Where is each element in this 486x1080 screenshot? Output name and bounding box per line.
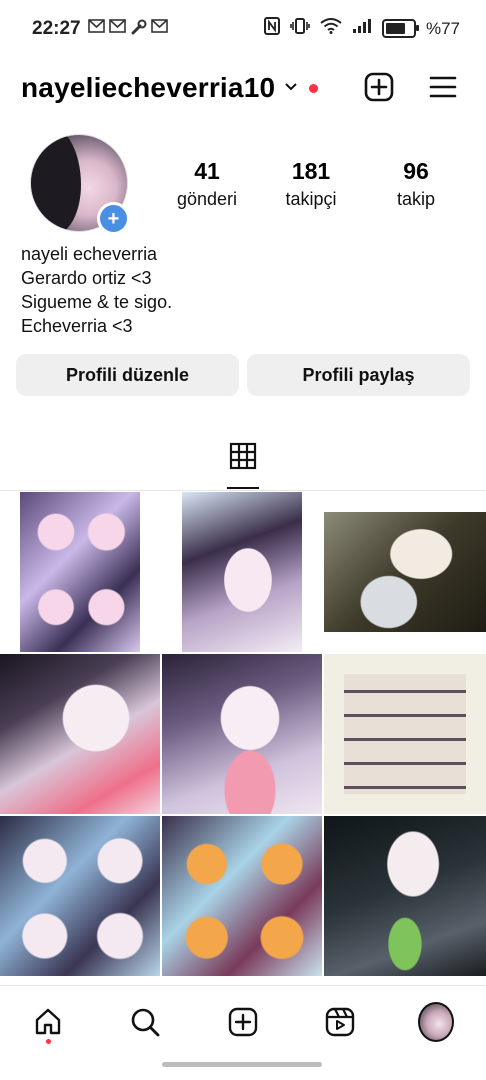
- bottom-navigation: [0, 985, 486, 1061]
- nav-reels[interactable]: [322, 1004, 358, 1040]
- wifi-icon: [320, 18, 342, 39]
- stat-followers[interactable]: 181 takipçi: [266, 158, 356, 210]
- grid-icon: [229, 442, 257, 470]
- battery-icon: [381, 19, 419, 38]
- notification-dot: [46, 1039, 51, 1044]
- mail-icon: [88, 19, 105, 40]
- post-thumbnail[interactable]: [0, 492, 160, 652]
- menu-button[interactable]: [426, 70, 460, 104]
- reels-icon: [325, 1007, 355, 1037]
- bio-line: Gerardo ortiz <3: [21, 268, 152, 288]
- profile-avatar-icon: [418, 1002, 454, 1042]
- search-icon: [131, 1008, 160, 1037]
- bio-line: Echeverria <3: [21, 316, 133, 336]
- nav-search[interactable]: [127, 1004, 163, 1040]
- battery-percent: %77: [425, 18, 460, 38]
- nav-create[interactable]: [225, 1004, 261, 1040]
- nfc-icon: [263, 17, 280, 40]
- home-icon: [35, 1008, 61, 1035]
- profile-header: nayeliecheverria10: [0, 58, 486, 120]
- vibrate-icon: [290, 17, 310, 40]
- mail-icon: [109, 19, 126, 40]
- status-bar: 22:27 %77: [0, 0, 486, 58]
- home-indicator: [162, 1062, 322, 1067]
- plus-square-icon: [364, 72, 394, 102]
- notification-dot: [309, 84, 318, 93]
- system-icons: %77: [263, 17, 460, 40]
- notification-icons: [88, 19, 168, 40]
- stat-label: takip: [396, 189, 436, 209]
- post-thumbnail[interactable]: [324, 816, 486, 976]
- post-thumbnail[interactable]: [324, 492, 486, 652]
- bio-line: Sigueme & te sigo.: [21, 292, 173, 312]
- stat-posts[interactable]: 41 gönderi: [162, 158, 252, 210]
- create-icon: [228, 1007, 258, 1037]
- post-thumbnail[interactable]: [162, 492, 322, 652]
- profile-bio: nayeli echeverria Gerardo ortiz <3 Sigue…: [21, 242, 172, 338]
- posts-grid: [0, 492, 486, 976]
- nav-profile[interactable]: [418, 1002, 454, 1042]
- post-thumbnail[interactable]: [162, 816, 322, 976]
- mail-icon: [151, 19, 168, 40]
- nav-home[interactable]: [30, 1004, 66, 1040]
- tab-posts-grid[interactable]: [227, 440, 259, 489]
- hamburger-icon: [429, 76, 457, 98]
- stat-value: 96: [403, 158, 429, 184]
- status-time: 22:27: [32, 18, 81, 39]
- add-story-badge[interactable]: +: [97, 202, 130, 235]
- wrench-icon: [130, 19, 147, 40]
- stat-label: gönderi: [176, 189, 238, 209]
- display-name: nayeli echeverria: [21, 244, 158, 264]
- edit-profile-button[interactable]: Profili düzenle: [16, 354, 239, 396]
- create-post-button[interactable]: [362, 70, 396, 104]
- stat-value: 181: [291, 158, 331, 184]
- post-thumbnail[interactable]: [162, 654, 322, 814]
- stat-following[interactable]: 96 takip: [371, 158, 461, 210]
- chevron-down-icon[interactable]: [284, 80, 298, 94]
- post-thumbnail[interactable]: [324, 654, 486, 814]
- stat-value: 41: [194, 158, 220, 184]
- stat-label: takipçi: [285, 189, 337, 209]
- signal-icon: [352, 18, 372, 39]
- post-thumbnail[interactable]: [0, 654, 160, 814]
- content-tabs: [0, 430, 486, 491]
- username-switcher[interactable]: nayeliecheverria10: [21, 72, 275, 104]
- profile-avatar[interactable]: +: [30, 134, 130, 235]
- post-thumbnail[interactable]: [0, 816, 160, 976]
- share-profile-button[interactable]: Profili paylaş: [247, 354, 470, 396]
